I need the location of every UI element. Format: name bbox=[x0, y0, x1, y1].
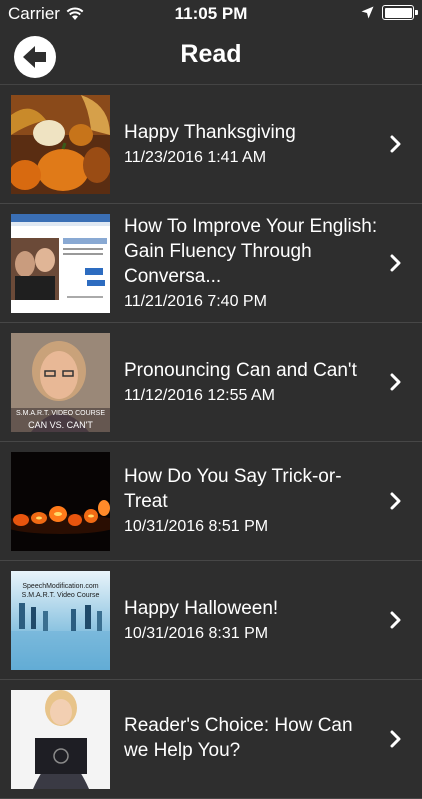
thumbnail-jack-o-lanterns bbox=[11, 452, 110, 551]
article-list: Happy Thanksgiving 11/23/2016 1:41 AM Ho… bbox=[0, 85, 422, 799]
list-item[interactable]: SpeechModification.com S.M.A.R.T. Video … bbox=[0, 561, 422, 680]
item-title: Happy Thanksgiving bbox=[124, 121, 296, 143]
location-arrow-icon bbox=[361, 6, 374, 19]
item-title: How To Improve Your English: Gain Fluenc… bbox=[124, 215, 378, 287]
item-title: Reader's Choice: How Can we Help You? bbox=[124, 715, 353, 761]
thumbnail-woman-with-laptop bbox=[11, 690, 110, 789]
item-title: How Do You Say Trick-or-Treat bbox=[124, 466, 342, 512]
item-date: 11/23/2016 1:41 AM bbox=[124, 148, 267, 166]
chevron-right-icon bbox=[390, 611, 401, 629]
thumbnail-video-course-presenter: S.M.A.R.T. VIDEO COURSE CAN VS. CAN'T bbox=[11, 333, 110, 432]
back-arrow-icon bbox=[23, 46, 46, 68]
item-date: 10/31/2016 8:51 PM bbox=[124, 518, 269, 535]
chevron-right-icon bbox=[390, 492, 401, 510]
item-title: Pronouncing Can and Can't bbox=[124, 359, 357, 381]
chevron-right-icon bbox=[390, 135, 401, 153]
item-text: Reader's Choice: How Can we Help You? bbox=[124, 680, 380, 798]
thumbnail-caption: S.M.A.R.T. Video Course bbox=[21, 592, 100, 599]
list-item[interactable]: S.M.A.R.T. VIDEO COURSE CAN VS. CAN'T Pr… bbox=[0, 323, 422, 442]
list-item[interactable]: How Do You Say Trick-or-Treat 10/31/2016… bbox=[0, 442, 422, 561]
thumbnail-caption: S.M.A.R.T. VIDEO COURSE bbox=[15, 410, 106, 417]
thumbnail-caption: SpeechModification.com bbox=[22, 583, 99, 590]
thumbnail-caption: CAN VS. CAN'T bbox=[28, 420, 93, 430]
thumbnail-conversation-webpage bbox=[11, 214, 110, 313]
list-item[interactable]: Reader's Choice: How Can we Help You? bbox=[0, 680, 422, 799]
chevron-right-icon bbox=[390, 730, 401, 748]
list-item[interactable]: How To Improve Your English: Gain Fluenc… bbox=[0, 204, 422, 323]
back-button[interactable] bbox=[14, 36, 56, 78]
chevron-right-icon bbox=[390, 254, 401, 272]
page-title: Read bbox=[180, 40, 242, 68]
list-item[interactable]: Happy Thanksgiving 11/23/2016 1:41 AM bbox=[0, 85, 422, 204]
item-text: Happy Halloween! 10/31/2016 8:31 PM bbox=[124, 561, 380, 679]
item-date: 11/12/2016 12:55 AM bbox=[124, 386, 275, 404]
thumbnail-pumpkins bbox=[11, 95, 110, 194]
item-text: How Do You Say Trick-or-Treat 10/31/2016… bbox=[124, 442, 380, 560]
item-date: 10/31/2016 8:31 PM bbox=[124, 624, 269, 642]
item-date: 11/21/2016 7:40 PM bbox=[124, 292, 267, 310]
status-right bbox=[361, 5, 418, 20]
chevron-right-icon bbox=[390, 373, 401, 391]
status-time: 11:05 PM bbox=[174, 4, 248, 23]
thumbnail-speechmodification-course: SpeechModification.com S.M.A.R.T. Video … bbox=[11, 571, 110, 670]
item-text: How To Improve Your English: Gain Fluenc… bbox=[124, 204, 380, 322]
navigation-bar: Read bbox=[0, 28, 422, 85]
item-text: Happy Thanksgiving 11/23/2016 1:41 AM bbox=[124, 85, 380, 203]
item-title: Happy Halloween! bbox=[124, 597, 279, 619]
battery-icon bbox=[382, 5, 418, 20]
item-text: Pronouncing Can and Can't 11/12/2016 12:… bbox=[124, 323, 380, 441]
status-bar: Carrier 11:05 PM bbox=[0, 0, 422, 28]
